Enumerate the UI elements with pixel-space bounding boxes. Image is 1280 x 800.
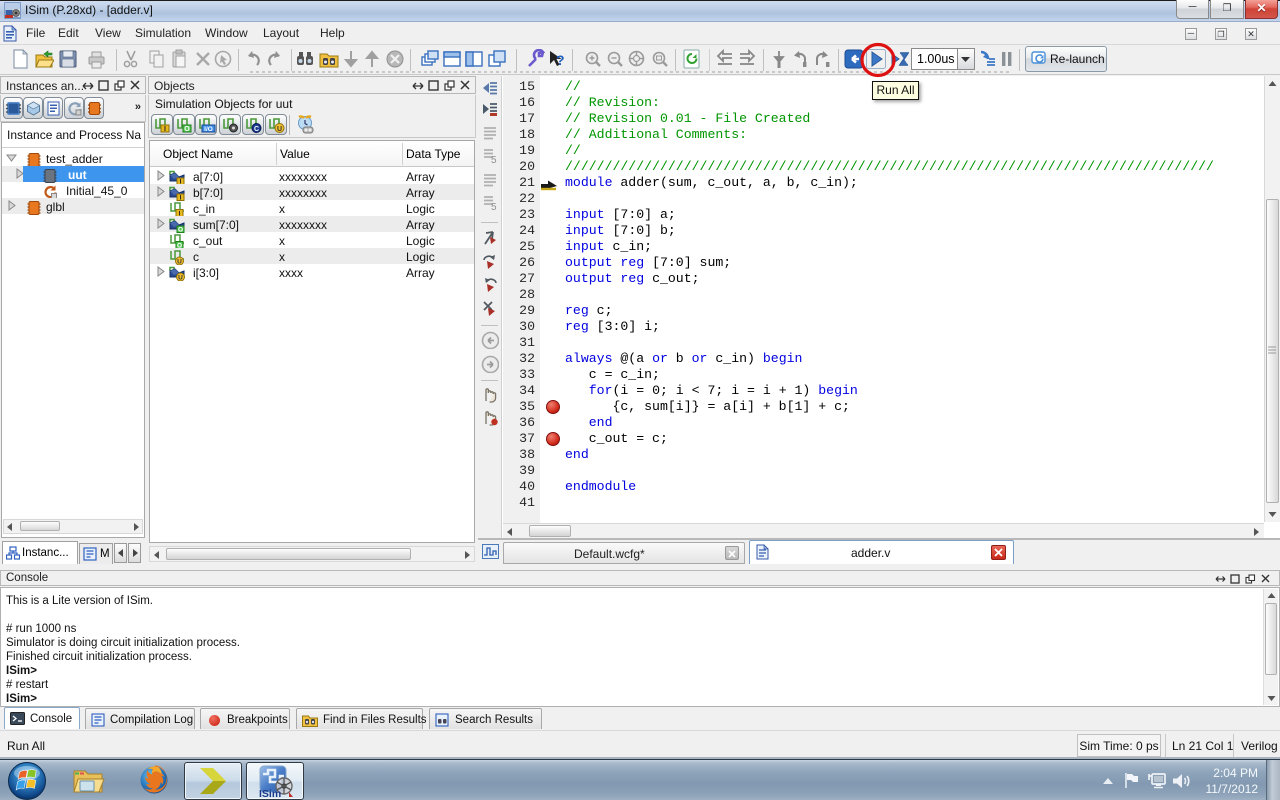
svg-text:C: C	[254, 126, 259, 133]
svg-text:U: U	[178, 275, 183, 282]
svg-text:I/O: I/O	[204, 126, 213, 133]
svg-text:5: 5	[491, 155, 497, 165]
svg-text:O: O	[184, 126, 190, 133]
svg-text:I: I	[164, 126, 166, 133]
svg-text:5: 5	[491, 202, 497, 212]
svg-text:U: U	[277, 126, 282, 133]
svg-text:ISim: ISim	[259, 788, 281, 798]
svg-text:?: ?	[556, 52, 565, 68]
